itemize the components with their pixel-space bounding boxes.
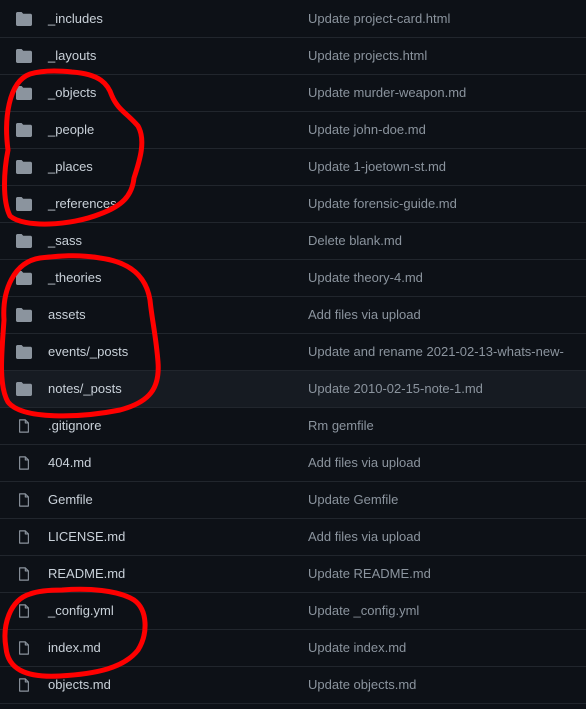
file-row[interactable]: _people Update john-doe.md (0, 112, 586, 149)
commit-message-link[interactable]: Update README.md (308, 566, 431, 581)
folder-name-link[interactable]: _people (48, 122, 94, 137)
file-row[interactable]: events/_posts Update and rename 2021-02-1… (0, 334, 586, 371)
folder-icon (16, 123, 32, 137)
file-icon (17, 492, 33, 507)
folder-icon (16, 382, 32, 396)
file-icon (17, 418, 33, 433)
folder-name-link[interactable]: _references (48, 196, 117, 211)
file-row[interactable]: .gitignore Rm gemfile (0, 408, 586, 445)
file-name-link[interactable]: objects.md (48, 677, 111, 692)
commit-message-link[interactable]: Update objects.md (308, 677, 416, 692)
file-row[interactable]: _theories Update theory-4.md (0, 260, 586, 297)
folder-name-link[interactable]: _theories (48, 270, 101, 285)
folder-name-link[interactable]: _layouts (48, 48, 96, 63)
folder-name-link[interactable]: notes/_posts (48, 381, 122, 396)
file-name-link[interactable]: 404.md (48, 455, 91, 470)
folder-icon (16, 49, 32, 63)
file-row[interactable]: _places Update 1-joetown-st.md (0, 149, 586, 186)
folder-name-link[interactable]: _places (48, 159, 93, 174)
file-icon (17, 455, 33, 470)
file-row[interactable]: Gemfile Update Gemfile (0, 482, 586, 519)
commit-message-link[interactable]: Update project-card.html (308, 11, 450, 26)
file-row[interactable]: _references Update forensic-guide.md (0, 186, 586, 223)
commit-message-link[interactable]: Update _config.yml (308, 603, 419, 618)
file-icon (17, 677, 33, 692)
file-row[interactable]: assets Add files via upload (0, 297, 586, 334)
file-name-link[interactable]: README.md (48, 566, 125, 581)
commit-message-link[interactable]: Update theory-4.md (308, 270, 423, 285)
commit-message-link[interactable]: Update and rename 2021-02-13-whats-new- (308, 344, 564, 359)
commit-message-link[interactable]: Update projects.html (308, 48, 427, 63)
folder-name-link[interactable]: _sass (48, 233, 82, 248)
file-row[interactable]: _sass Delete blank.md (0, 223, 586, 260)
file-icon (17, 529, 33, 544)
file-icon (17, 603, 33, 618)
folder-icon (16, 160, 32, 174)
file-row[interactable]: _includes Update project-card.html (0, 1, 586, 38)
folder-name-link[interactable]: assets (48, 307, 86, 322)
commit-message-link[interactable]: Update index.md (308, 640, 406, 655)
commit-message-link[interactable]: Update forensic-guide.md (308, 196, 457, 211)
file-name-link[interactable]: Gemfile (48, 492, 93, 507)
folder-name-link[interactable]: _includes (48, 11, 103, 26)
folder-icon (16, 345, 32, 359)
folder-icon (16, 12, 32, 26)
file-row[interactable]: LICENSE.md Add files via upload (0, 519, 586, 556)
folder-icon (16, 308, 32, 322)
file-row[interactable]: objects.md Update objects.md (0, 667, 586, 704)
file-row[interactable]: README.md Update README.md (0, 556, 586, 593)
file-row[interactable]: _config.yml Update _config.yml (0, 593, 586, 630)
folder-name-link[interactable]: events/_posts (48, 344, 128, 359)
folder-icon (16, 271, 32, 285)
file-row[interactable]: _layouts Update projects.html (0, 38, 586, 75)
commit-message-link[interactable]: Update john-doe.md (308, 122, 426, 137)
commit-message-link[interactable]: Update 1-joetown-st.md (308, 159, 446, 174)
file-name-link[interactable]: .gitignore (48, 418, 101, 433)
commit-message-link[interactable]: Update murder-weapon.md (308, 85, 466, 100)
file-row[interactable]: index.md Update index.md (0, 630, 586, 667)
file-name-link[interactable]: index.md (48, 640, 101, 655)
folder-icon (16, 234, 32, 248)
commit-message-link[interactable]: Delete blank.md (308, 233, 402, 248)
commit-message-link[interactable]: Add files via upload (308, 307, 421, 322)
commit-message-link[interactable]: Update 2010-02-15-note-1.md (308, 381, 483, 396)
commit-message-link[interactable]: Add files via upload (308, 455, 421, 470)
file-icon (17, 566, 33, 581)
commit-message-link[interactable]: Update Gemfile (308, 492, 398, 507)
folder-icon (16, 86, 32, 100)
file-name-link[interactable]: _config.yml (48, 603, 114, 618)
file-name-link[interactable]: LICENSE.md (48, 529, 125, 544)
folder-name-link[interactable]: _objects (48, 85, 96, 100)
file-list: _includes Update project-card.html _layou… (0, 1, 586, 704)
file-row[interactable]: notes/_posts Update 2010-02-15-note-1.md (0, 371, 586, 408)
commit-message-link[interactable]: Rm gemfile (308, 418, 374, 433)
file-row[interactable]: _objects Update murder-weapon.md (0, 75, 586, 112)
file-row[interactable]: 404.md Add files via upload (0, 445, 586, 482)
folder-icon (16, 197, 32, 211)
file-icon (17, 640, 33, 655)
commit-message-link[interactable]: Add files via upload (308, 529, 421, 544)
